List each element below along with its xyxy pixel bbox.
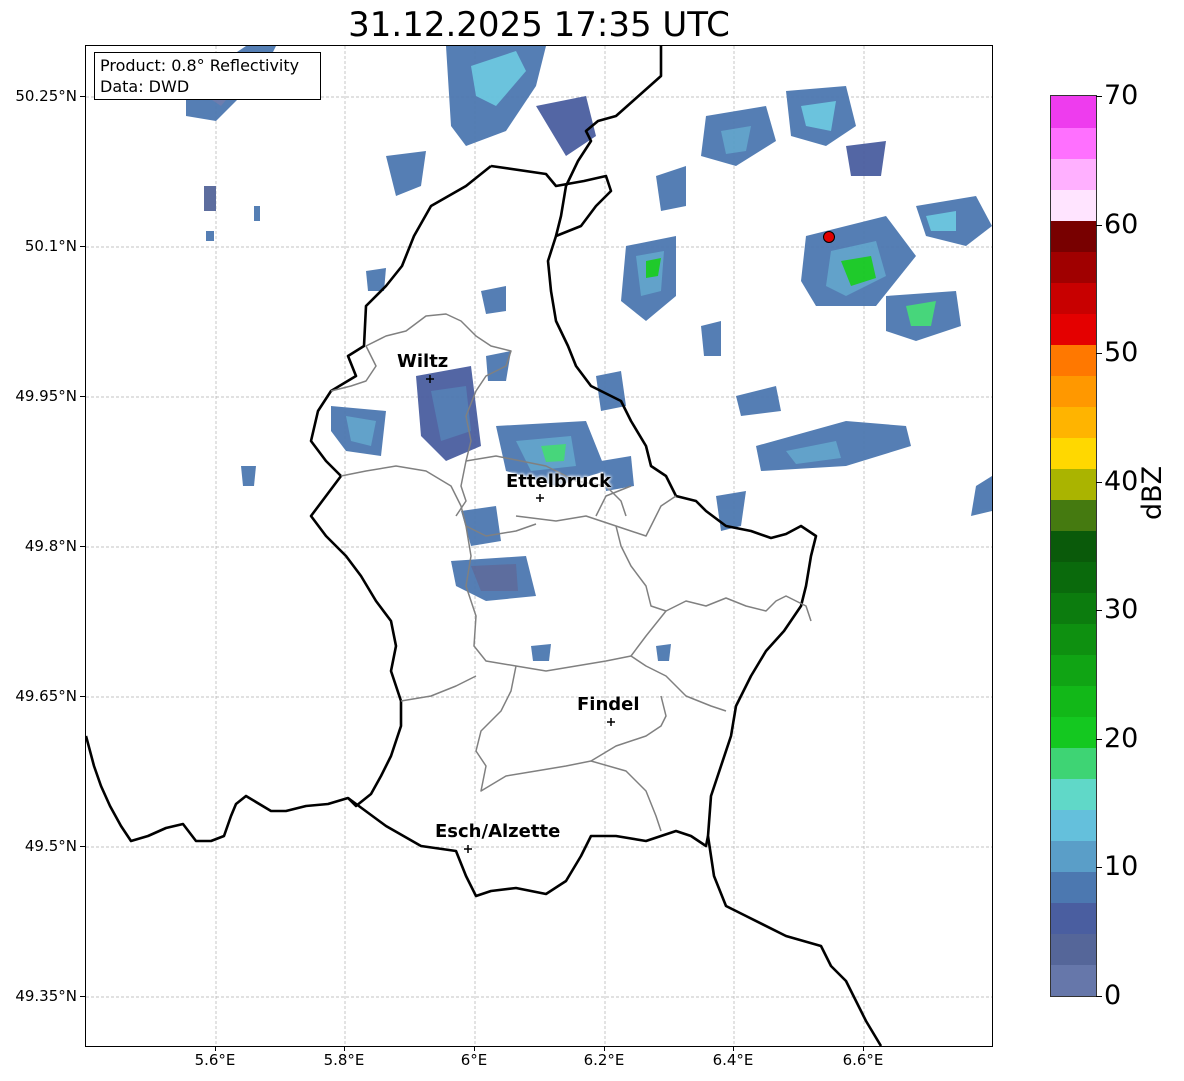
lat-tick: 49.8°N [24, 537, 77, 555]
colorbar-tick: 40 [1104, 466, 1139, 497]
city-label-esch: Esch/Alzette [435, 821, 561, 842]
lon-tickmark [733, 1046, 734, 1051]
colorbar-step [1051, 189, 1096, 221]
colorbar [1050, 95, 1097, 997]
lat-tickmark [80, 396, 85, 397]
colorbar-step [1051, 778, 1096, 811]
lon-tickmark [215, 1046, 216, 1051]
colorbar-step [1051, 499, 1096, 531]
product-info-box: Product: 0.8° Reflectivity Data: DWD [94, 52, 321, 100]
colorbar-tick: 60 [1104, 209, 1139, 240]
data-source-label: Data: DWD [100, 77, 190, 96]
colorbar-step [1051, 654, 1096, 687]
lon-tickmark [344, 1046, 345, 1051]
colorbar-step [1051, 561, 1096, 594]
lon-tickmark [863, 1046, 864, 1051]
map-area[interactable] [85, 45, 993, 1047]
colorbar-tick: 20 [1104, 723, 1139, 754]
colorbar-step [1051, 251, 1096, 283]
colorbar-step [1051, 809, 1096, 842]
city-label-ettelbruck: Ettelbruck [506, 471, 612, 492]
colorbar-step [1051, 375, 1096, 407]
lat-tickmark [80, 546, 85, 547]
colorbar-tickmark [1096, 353, 1102, 354]
colorbar-tickmark [1096, 996, 1102, 997]
colorbar-step [1051, 592, 1096, 625]
colorbar-step [1051, 437, 1096, 469]
city-marker-ettelbruck [536, 494, 544, 502]
lon-tickmark [604, 1046, 605, 1051]
colorbar-step [1051, 344, 1096, 376]
colorbar-tick: 10 [1104, 851, 1139, 882]
colorbar-tickmark [1096, 225, 1102, 226]
colorbar-label: dBZ [1137, 465, 1168, 520]
colorbar-step [1051, 933, 1096, 966]
lat-tickmark [80, 96, 85, 97]
lon-tickmark [474, 1046, 475, 1051]
radar-site-marker [823, 231, 835, 243]
colorbar-step [1051, 716, 1096, 749]
lat-tickmark [80, 846, 85, 847]
lat-tickmark [80, 696, 85, 697]
colorbar-step [1051, 840, 1096, 873]
canton-borders [330, 313, 812, 832]
lat-tick: 49.5°N [24, 837, 77, 855]
colorbar-step [1051, 964, 1096, 997]
lat-tick: 50.25°N [15, 87, 77, 105]
colorbar-tickmark [1096, 482, 1102, 483]
lon-tick: 6.6°E [842, 1051, 884, 1069]
lat-tick: 50.1°N [24, 237, 77, 255]
colorbar-tick: 0 [1104, 980, 1122, 1011]
colorbar-step [1051, 127, 1096, 159]
product-label: Product: 0.8° Reflectivity [100, 56, 300, 75]
colorbar-step [1051, 96, 1096, 128]
colorbar-step [1051, 530, 1096, 562]
lat-tickmark [80, 996, 85, 997]
colorbar-step [1051, 902, 1096, 935]
colorbar-step [1051, 871, 1096, 904]
colorbar-step [1051, 313, 1096, 345]
colorbar-tick: 50 [1104, 337, 1139, 368]
colorbar-step [1051, 685, 1096, 718]
colorbar-tickmark [1096, 867, 1102, 868]
gridlines [86, 46, 992, 1046]
lat-tick: 49.35°N [15, 987, 77, 1005]
colorbar-step [1051, 747, 1096, 780]
lon-tick: 6.2°E [583, 1051, 625, 1069]
city-label-wiltz: Wiltz [397, 351, 449, 372]
colorbar-tick: 70 [1104, 80, 1139, 111]
city-label-findel: Findel [577, 694, 640, 715]
colorbar-step [1051, 468, 1096, 500]
map-title: 31.12.2025 17:35 UTC [348, 5, 730, 45]
city-marker-esch [464, 845, 472, 853]
lon-tick: 5.8°E [323, 1051, 365, 1069]
city-marker-findel [607, 718, 615, 726]
lat-tickmark [80, 246, 85, 247]
colorbar-step [1051, 406, 1096, 438]
map-canvas [86, 46, 992, 1046]
lat-tick: 49.65°N [15, 687, 77, 705]
lon-tick: 6.4°E [712, 1051, 754, 1069]
colorbar-step [1051, 158, 1096, 190]
lat-tick: 49.95°N [15, 387, 77, 405]
colorbar-tickmark [1096, 610, 1102, 611]
colorbar-step [1051, 623, 1096, 656]
lon-tick: 6°E [460, 1051, 488, 1069]
colorbar-tick: 30 [1104, 594, 1139, 625]
colorbar-step [1051, 282, 1096, 314]
colorbar-tickmark [1096, 739, 1102, 740]
colorbar-tickmark [1096, 96, 1102, 97]
lon-tick: 5.6°E [194, 1051, 236, 1069]
colorbar-step [1051, 220, 1096, 252]
